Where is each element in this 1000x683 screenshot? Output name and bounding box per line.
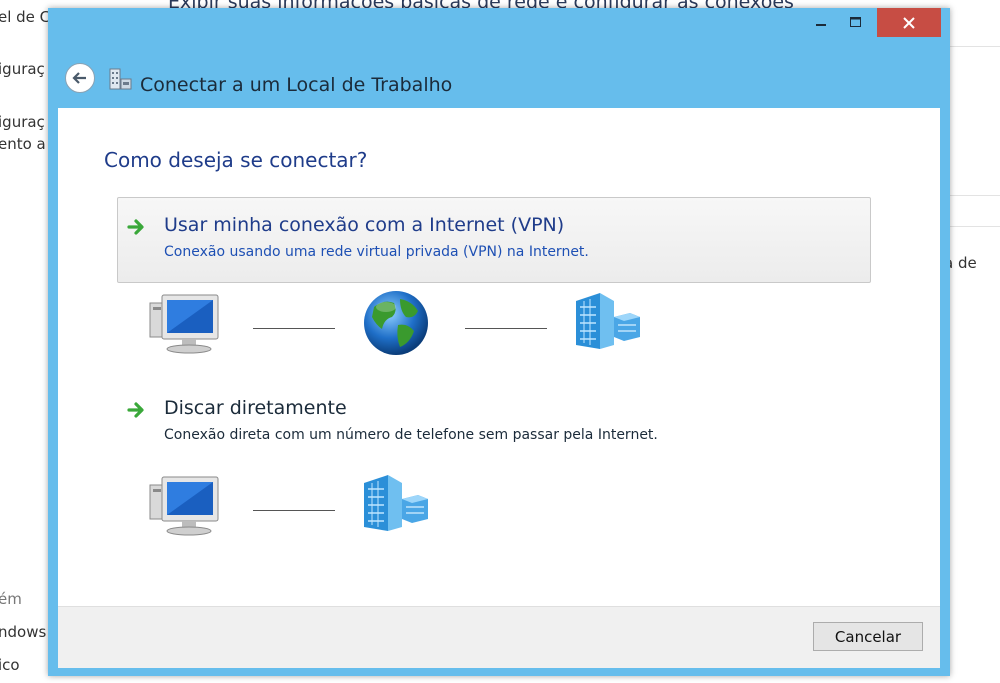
page-heading: Como deseja se conectar? [104, 148, 368, 172]
background-bottom-heading: ém [0, 590, 22, 608]
vpn-option-title[interactable]: Usar minha conexão com a Internet (VPN) [164, 214, 564, 236]
connection-line [253, 510, 335, 511]
vpn-option[interactable] [117, 197, 871, 283]
green-arrow-icon [127, 402, 144, 418]
connection-line [465, 328, 547, 329]
maximize-button[interactable] [839, 8, 873, 37]
cancel-button[interactable]: Cancelar [813, 622, 923, 651]
building-icon [576, 293, 640, 349]
background-divider [950, 195, 1000, 196]
back-arrow-icon [72, 72, 86, 84]
dialog-title: Conectar a um Local de Trabalho [140, 74, 453, 96]
background-divider [950, 46, 1000, 47]
back-button[interactable] [65, 63, 95, 93]
dial-option-title[interactable]: Discar diretamente [164, 397, 347, 419]
background-sidebar-item[interactable]: iguraç [0, 113, 45, 131]
dial-option-description: Conexão direta com um número de telefone… [164, 427, 658, 443]
minimize-button[interactable] [805, 8, 839, 37]
connect-workplace-dialog: Conectar a um Local de Trabalho Como des… [48, 8, 950, 676]
computer-icon [149, 476, 219, 536]
workplace-network-icon [109, 68, 132, 90]
background-bottom-link[interactable]: ndows [0, 623, 46, 641]
close-icon [903, 16, 915, 29]
close-button[interactable] [877, 8, 941, 37]
background-sidebar-item[interactable]: iguraç [0, 60, 45, 78]
computer-icon [149, 294, 219, 354]
connection-line [253, 328, 335, 329]
background-bottom-link[interactable]: ico [0, 656, 20, 674]
green-arrow-icon [127, 219, 144, 235]
dialog-footer [58, 606, 940, 668]
background-divider [950, 226, 1000, 227]
vpn-option-description: Conexão usando uma rede virtual privada … [164, 244, 589, 260]
minimize-icon [816, 23, 826, 26]
globe-icon [364, 291, 428, 355]
background-sidebar-item[interactable]: ento a [0, 135, 46, 153]
building-icon [364, 475, 428, 531]
maximize-icon [850, 16, 861, 27]
